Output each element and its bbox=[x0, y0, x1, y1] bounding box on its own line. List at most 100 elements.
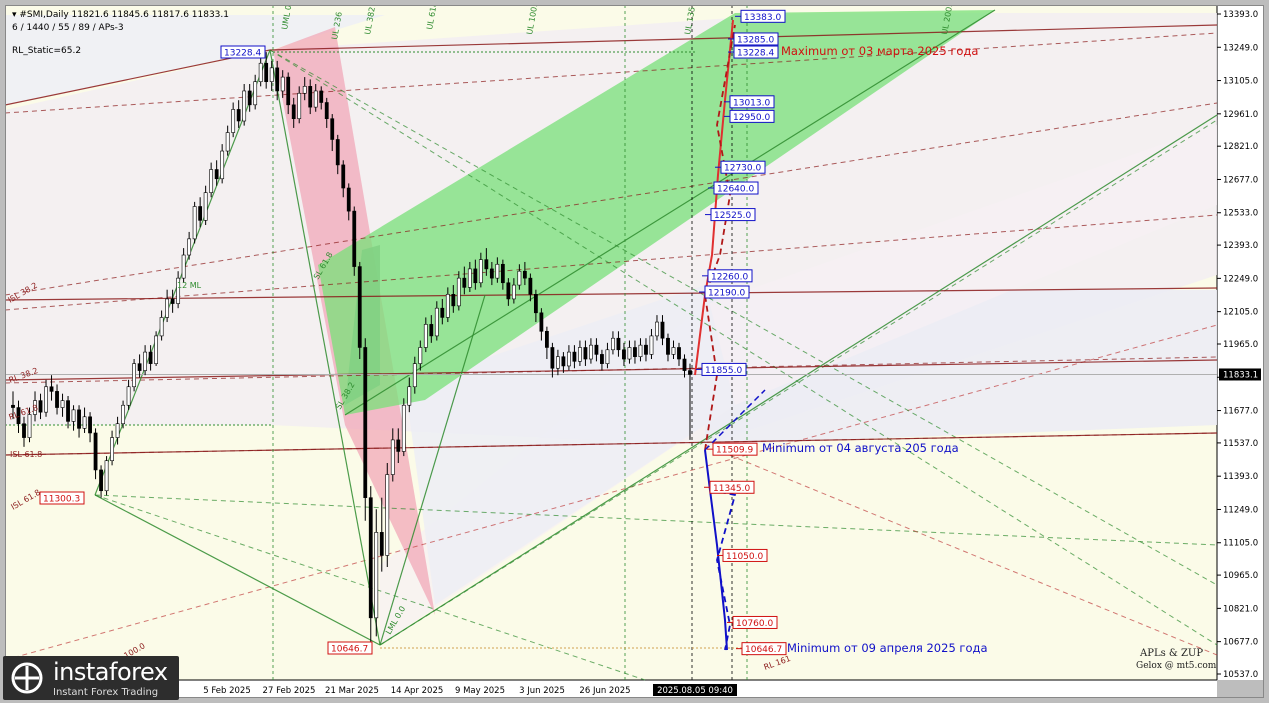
level-label: 12730.0 bbox=[724, 164, 761, 174]
candle-body bbox=[170, 298, 175, 304]
candle-body bbox=[154, 335, 159, 364]
candle-body bbox=[126, 386, 131, 406]
credits-line2: Gelox @ mt5.com bbox=[1136, 661, 1217, 671]
level-label: 12640.0 bbox=[717, 185, 754, 195]
candle-body bbox=[346, 187, 351, 212]
y-tick-label: 12393.0 bbox=[1223, 241, 1258, 251]
candle-body bbox=[567, 351, 571, 367]
y-tick-label: 12533.0 bbox=[1223, 209, 1258, 219]
candle-body bbox=[247, 90, 252, 106]
candle-body bbox=[500, 263, 505, 284]
y-tick-label: 13249.0 bbox=[1223, 43, 1258, 53]
candle-body bbox=[627, 347, 632, 360]
y-tick-label: 10537.0 bbox=[1223, 670, 1258, 680]
credits-line1: APLs & ZUP bbox=[1140, 648, 1204, 659]
candle-body bbox=[330, 118, 335, 140]
candle-body bbox=[286, 76, 291, 106]
candle-body bbox=[462, 277, 467, 288]
candle-body bbox=[319, 90, 324, 103]
candle-body bbox=[374, 532, 379, 619]
annotation-label: Maximum от 03 марта 2025 года bbox=[781, 44, 978, 58]
candle-body bbox=[396, 439, 401, 452]
candle-body bbox=[511, 284, 516, 300]
x-tick-label: 26 Jun 2025 bbox=[579, 686, 630, 696]
candle-body bbox=[225, 132, 230, 152]
candle-body bbox=[203, 192, 208, 221]
level-label: 13013.0 bbox=[733, 98, 770, 108]
candle-body bbox=[115, 423, 120, 438]
candle-body bbox=[121, 404, 125, 425]
pivot-label: 10646.7 bbox=[331, 645, 368, 655]
level-label: 11509.9 bbox=[716, 446, 753, 456]
candle-body bbox=[671, 347, 676, 355]
candle-body bbox=[467, 268, 472, 288]
candle-body bbox=[231, 109, 236, 133]
candle-body bbox=[159, 317, 164, 337]
candle-body bbox=[478, 259, 483, 284]
level-label: 13383.0 bbox=[744, 13, 781, 23]
candle-body bbox=[451, 294, 456, 307]
candle-body bbox=[528, 277, 533, 295]
candle-body bbox=[418, 347, 423, 364]
candle-body bbox=[550, 347, 555, 369]
y-tick-label: 12961.0 bbox=[1223, 110, 1258, 120]
y-tick-label: 13105.0 bbox=[1223, 77, 1258, 87]
candle-body bbox=[253, 81, 258, 106]
candle-body bbox=[677, 347, 681, 360]
annotation-label: Minimum от 09 апреля 2025 года bbox=[787, 641, 988, 655]
candle-body bbox=[633, 347, 637, 358]
candle-body bbox=[429, 324, 434, 337]
candle-body bbox=[572, 351, 577, 362]
y-tick-label: 10821.0 bbox=[1223, 604, 1258, 614]
candle-body bbox=[539, 312, 544, 332]
y-tick-label: 12249.0 bbox=[1223, 274, 1258, 284]
candle-body bbox=[165, 298, 170, 318]
candle-body bbox=[324, 102, 329, 119]
candle-body bbox=[522, 270, 527, 279]
y-tick-label: 11249.0 bbox=[1223, 505, 1258, 515]
candle-body bbox=[308, 86, 313, 108]
candle-body bbox=[688, 370, 692, 375]
candle-body bbox=[82, 416, 87, 429]
candle-body bbox=[49, 386, 54, 392]
candle-body bbox=[390, 439, 395, 475]
candle-body bbox=[412, 363, 417, 388]
instaforex-logo: instaforex Instant Forex Trading bbox=[3, 656, 179, 700]
candle-body bbox=[611, 337, 615, 351]
x-tick-label: 27 Feb 2025 bbox=[263, 686, 316, 696]
candle-body bbox=[666, 337, 670, 355]
candle-body bbox=[517, 270, 522, 286]
y-tick-label: 11393.0 bbox=[1223, 472, 1258, 482]
candle-body bbox=[22, 423, 26, 438]
candle-body bbox=[209, 169, 214, 193]
level-label: 13228.4 bbox=[737, 49, 774, 59]
candle-body bbox=[44, 386, 48, 413]
candle-body bbox=[313, 90, 318, 108]
candle-body bbox=[401, 404, 406, 452]
candle-body bbox=[302, 86, 307, 94]
pivot-label: 13228.4 bbox=[224, 49, 261, 59]
level-label: 11050.0 bbox=[726, 552, 763, 562]
level-label: 12950.0 bbox=[733, 113, 770, 123]
level-label: 12260.0 bbox=[711, 272, 748, 282]
candle-body bbox=[368, 497, 373, 619]
candle-body bbox=[77, 409, 81, 429]
candle-body bbox=[291, 104, 296, 119]
candle-body bbox=[352, 210, 357, 267]
y-tick-label: 11677.0 bbox=[1223, 407, 1258, 417]
candle-body bbox=[220, 150, 225, 180]
candle-body bbox=[242, 90, 247, 122]
candle-body bbox=[561, 356, 566, 367]
candle-body bbox=[440, 307, 445, 318]
level-label: 13285.0 bbox=[737, 35, 774, 45]
candle-body bbox=[616, 337, 621, 351]
candle-body bbox=[27, 414, 32, 438]
candle-body bbox=[143, 351, 147, 371]
candle-body bbox=[269, 67, 274, 83]
price-chart: 13393.0 13249.0 13105.0 12961.0 12821.0 12677… bbox=[5, 5, 1264, 698]
candle-body bbox=[649, 335, 654, 355]
annotation-label: Minimum от 04 августа 205 года bbox=[762, 441, 959, 455]
candle-body bbox=[605, 349, 610, 364]
candle-body bbox=[533, 294, 538, 314]
y-tick-label: 10677.0 bbox=[1223, 638, 1258, 648]
